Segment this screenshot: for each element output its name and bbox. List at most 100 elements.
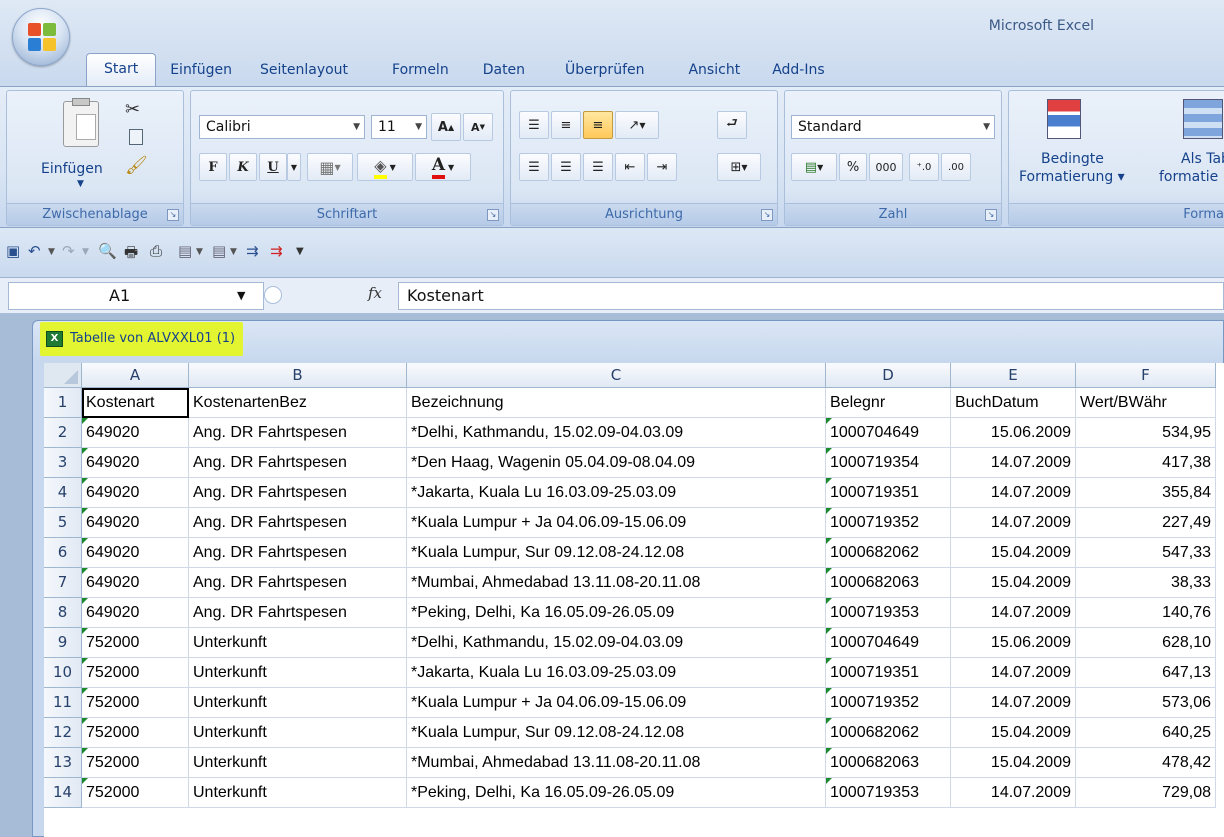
table-cell[interactable]: Ang. DR Fahrtspesen: [189, 448, 407, 478]
paste-label[interactable]: Einfügen: [41, 161, 103, 177]
table-cell[interactable]: 1000682062: [826, 718, 951, 748]
table-cell[interactable]: Unterkunft: [189, 658, 407, 688]
percent-button[interactable]: %: [839, 153, 867, 181]
table-cell[interactable]: Unterkunft: [189, 628, 407, 658]
italic-button[interactable]: K: [229, 153, 257, 181]
customize-toolbar-icon[interactable]: ▼: [296, 246, 304, 257]
column-header-e[interactable]: E: [951, 363, 1076, 388]
shrink-font-button[interactable]: A ▼: [463, 113, 493, 141]
table-cell[interactable]: Unterkunft: [189, 748, 407, 778]
insert-rows-icon[interactable]: ⇉: [246, 242, 259, 260]
print-preview-icon[interactable]: 🔍: [98, 242, 117, 260]
table-cell[interactable]: 15.06.2009: [951, 418, 1076, 448]
table-cell[interactable]: Unterkunft: [189, 778, 407, 808]
table-cell[interactable]: 628,10: [1076, 628, 1216, 658]
table-cell[interactable]: *Kuala Lumpur + Ja 04.06.09-15.06.09: [407, 508, 826, 538]
print-icon[interactable]: 🖶: [124, 242, 138, 267]
table-cell[interactable]: 15.04.2009: [951, 568, 1076, 598]
table-cell[interactable]: *Delhi, Kathmandu, 15.02.09-04.03.09: [407, 628, 826, 658]
font-launcher-icon[interactable]: ↘: [487, 209, 499, 221]
tab-formeln[interactable]: Formeln: [362, 56, 463, 86]
column-header-a[interactable]: A: [82, 363, 189, 388]
table-cell[interactable]: 649020: [82, 418, 189, 448]
table-cell[interactable]: *Mumbai, Ahmedabad 13.11.08-20.11.08: [407, 568, 826, 598]
table-cell[interactable]: 14.07.2009: [951, 448, 1076, 478]
row-header[interactable]: 5: [44, 508, 82, 538]
tab-start[interactable]: Start: [86, 53, 157, 86]
table-cell[interactable]: 15.04.2009: [951, 538, 1076, 568]
formula-divider-icon[interactable]: [264, 286, 282, 304]
chevron-down-icon[interactable]: ▼: [237, 283, 245, 309]
workbook-title[interactable]: X Tabelle von ALVXXL01 (1): [40, 322, 244, 356]
table-cell[interactable]: 647,13: [1076, 658, 1216, 688]
bold-button[interactable]: F: [199, 153, 227, 181]
tab-einfuegen[interactable]: Einfügen: [156, 56, 246, 86]
format-as-table-label-2[interactable]: formatie: [1159, 169, 1218, 185]
header-cell[interactable]: BuchDatum: [951, 388, 1076, 418]
insert-function-icon[interactable]: fx: [368, 284, 382, 302]
row-header[interactable]: 1: [44, 388, 82, 418]
print-setup-icon[interactable]: ⎙: [150, 242, 162, 260]
table-cell[interactable]: Ang. DR Fahrtspesen: [189, 508, 407, 538]
table-cell[interactable]: 534,95: [1076, 418, 1216, 448]
table-cell[interactable]: *Jakarta, Kuala Lu 16.03.09-25.03.09: [407, 478, 826, 508]
table-cell[interactable]: 1000704649: [826, 418, 951, 448]
format-as-table-label[interactable]: Als Tab: [1181, 151, 1224, 167]
conditional-formatting-label[interactable]: Bedingte: [1041, 151, 1104, 167]
table-cell[interactable]: 752000: [82, 748, 189, 778]
sort-dropdown-icon[interactable]: ▼: [196, 247, 203, 257]
table-cell[interactable]: 15.04.2009: [951, 718, 1076, 748]
decrease-indent-button[interactable]: ⇤: [615, 153, 645, 181]
table-cell[interactable]: 1000719352: [826, 688, 951, 718]
clipboard-launcher-icon[interactable]: ↘: [167, 209, 179, 221]
row-header[interactable]: 9: [44, 628, 82, 658]
table-cell[interactable]: 14.07.2009: [951, 658, 1076, 688]
table-cell[interactable]: *Mumbai, Ahmedabad 13.11.08-20.11.08: [407, 748, 826, 778]
row-header[interactable]: 7: [44, 568, 82, 598]
undo-dropdown-icon[interactable]: ▼: [48, 247, 55, 257]
save-icon[interactable]: ▣: [6, 242, 20, 260]
header-cell[interactable]: Kostenart: [82, 388, 189, 418]
table-cell[interactable]: 649020: [82, 478, 189, 508]
table-cell[interactable]: 1000719353: [826, 778, 951, 808]
align-right-button[interactable]: ☰: [583, 153, 613, 181]
tab-ueberpruefen[interactable]: Überprüfen: [539, 56, 658, 86]
table-cell[interactable]: 649020: [82, 568, 189, 598]
table-cell[interactable]: 38,33: [1076, 568, 1216, 598]
increase-decimal-button[interactable]: ⁺.0: [909, 153, 939, 181]
underline-dropdown-icon[interactable]: ▼: [287, 153, 301, 181]
table-cell[interactable]: 752000: [82, 718, 189, 748]
tab-ansicht[interactable]: Ansicht: [658, 56, 754, 86]
table-cell[interactable]: 573,06: [1076, 688, 1216, 718]
table-cell[interactable]: 1000719351: [826, 478, 951, 508]
table-cell[interactable]: 649020: [82, 448, 189, 478]
table-cell[interactable]: 14.07.2009: [951, 778, 1076, 808]
select-all-button[interactable]: [44, 363, 82, 388]
table-cell[interactable]: 649020: [82, 538, 189, 568]
table-cell[interactable]: *Kuala Lumpur, Sur 09.12.08-24.12.08: [407, 538, 826, 568]
table-cell[interactable]: 752000: [82, 778, 189, 808]
copy-icon[interactable]: [129, 129, 143, 145]
table-cell[interactable]: Ang. DR Fahrtspesen: [189, 478, 407, 508]
row-header[interactable]: 10: [44, 658, 82, 688]
paste-dropdown-icon[interactable]: ▼: [77, 179, 84, 189]
table-cell[interactable]: *Kuala Lumpur + Ja 04.06.09-15.06.09: [407, 688, 826, 718]
formula-input[interactable]: Kostenart: [398, 282, 1224, 310]
table-cell[interactable]: 14.07.2009: [951, 478, 1076, 508]
merge-center-button[interactable]: ⊞ ▼: [717, 153, 761, 181]
number-format-combo[interactable]: Standard ▼: [791, 115, 995, 139]
font-size-combo[interactable]: 11 ▼: [371, 115, 427, 139]
table-cell[interactable]: *Jakarta, Kuala Lu 16.03.09-25.03.09: [407, 658, 826, 688]
table-cell[interactable]: 649020: [82, 508, 189, 538]
align-left-button[interactable]: ☰: [519, 153, 549, 181]
cut-icon[interactable]: ✂: [125, 99, 140, 120]
table-cell[interactable]: 355,84: [1076, 478, 1216, 508]
row-header[interactable]: 8: [44, 598, 82, 628]
borders-button[interactable]: ▦ ▼: [307, 153, 353, 181]
header-cell[interactable]: KostenartenBez: [189, 388, 407, 418]
table-cell[interactable]: 417,38: [1076, 448, 1216, 478]
orientation-button[interactable]: ↗ ▼: [615, 111, 659, 139]
tab-daten[interactable]: Daten: [463, 56, 539, 86]
thousands-button[interactable]: 000: [869, 153, 903, 181]
table-cell[interactable]: 1000719353: [826, 598, 951, 628]
